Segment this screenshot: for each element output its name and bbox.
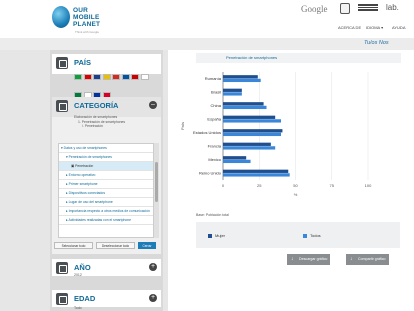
chart-title: Penetración de smartphones xyxy=(196,53,401,63)
brand-line-1: OUR xyxy=(73,7,89,14)
download-chart-button[interactable]: Descargar gráfico xyxy=(287,254,331,265)
legend-swatch xyxy=(303,233,307,238)
category-icon xyxy=(56,100,68,112)
section-pais-title: PAÍS xyxy=(74,58,91,67)
tree-scrollbar-thumb[interactable] xyxy=(155,162,158,202)
section-categoria-header[interactable]: CATEGORÍA – xyxy=(52,97,161,117)
legend-item-series-2: Todos xyxy=(303,233,321,238)
bar-mujer xyxy=(223,129,283,133)
chart-legend xyxy=(196,222,400,248)
section-anio-title: AÑO xyxy=(74,263,91,272)
bar-mujer xyxy=(223,102,264,106)
bar-mujer xyxy=(223,115,276,119)
country-flag-icon[interactable] xyxy=(102,74,111,80)
y-tick-label: Brasil xyxy=(211,90,221,95)
x-tick-label: 0 xyxy=(222,183,225,188)
category-desc-line-3: /. Penetración xyxy=(82,124,103,128)
nav-about-link[interactable]: ACERCA DE xyxy=(338,25,361,30)
calendar-icon xyxy=(56,262,68,274)
select-all-button[interactable]: Seleccionar todo xyxy=(54,242,93,249)
y-axis-label: País xyxy=(180,122,185,130)
map-icon xyxy=(56,57,68,69)
bar-chart: 0 25 50 75 100 Rumanía Brasil China España Estado… xyxy=(180,72,372,196)
bar-mujer xyxy=(223,88,242,92)
bar-todos xyxy=(223,173,290,177)
partner-book-icon[interactable] xyxy=(340,3,350,14)
category-tree[interactable]: ▾ Datos y uso de smartphones ▾ Penetració… xyxy=(58,143,154,238)
country-flag-icon[interactable] xyxy=(112,74,120,80)
bar-todos xyxy=(223,146,276,150)
country-flag-icon[interactable] xyxy=(83,74,92,80)
partner-lab-logo[interactable]: lab. xyxy=(386,3,399,12)
y-tick-label: Reino Unido xyxy=(199,171,222,176)
tree-item[interactable]: ▸ Importancia respecto a otros medios de… xyxy=(59,207,153,216)
brand-line-3: PLANET xyxy=(73,21,101,29)
section-edad-header[interactable]: EDAD + xyxy=(52,290,161,307)
apply-button[interactable]: Cerrar xyxy=(138,242,156,249)
brand-subtitle: Think with Google xyxy=(75,30,100,34)
tree-item[interactable]: ▸ Entorno operativo xyxy=(59,171,153,180)
partner-stripes-icon[interactable] xyxy=(358,4,378,13)
bar-todos xyxy=(223,105,267,110)
tree-item[interactable]: ▸ Primer smartphone xyxy=(59,180,153,189)
tree-item[interactable]: ▣ Penetración xyxy=(59,162,153,171)
legend-item-series-1: Mujer xyxy=(208,233,225,238)
country-flag-icon[interactable] xyxy=(121,74,130,80)
section-anio-header[interactable]: AÑO + xyxy=(52,259,161,276)
people-icon xyxy=(56,293,68,305)
tree-item[interactable]: ▾ Datos y uso de smartphones xyxy=(59,144,153,153)
bar-todos xyxy=(223,159,251,164)
tree-item[interactable]: ▾ Penetración de smartphones xyxy=(59,153,153,162)
brand-line-2: MOBILE xyxy=(73,14,100,22)
partner-google-logo[interactable]: Google xyxy=(301,4,328,14)
tree-item[interactable]: ▸ Lugar de uso del smartphone xyxy=(59,198,153,207)
globe-logo-icon[interactable] xyxy=(52,6,70,28)
tree-item[interactable]: ▸ Actividades realizadas con el smartpho… xyxy=(59,216,153,225)
legend-label: Mujer xyxy=(215,233,226,238)
bar-todos xyxy=(223,78,261,83)
bar-todos xyxy=(223,132,281,137)
y-tick-label: Rumanía xyxy=(205,76,222,81)
nav-help-link[interactable]: AYUDA xyxy=(392,25,405,30)
y-tick-label: China xyxy=(211,103,222,108)
content-strip xyxy=(0,38,414,50)
brand-logo-text[interactable]: OUR MOBILE PLANET xyxy=(73,7,100,29)
y-tick-label: Francia xyxy=(208,144,222,149)
section-edad-title: EDAD xyxy=(74,294,96,303)
country-flag-icon[interactable] xyxy=(131,74,139,80)
country-flag-icon[interactable] xyxy=(93,74,101,80)
x-tick-label: 75 xyxy=(330,183,335,188)
y-tick-label: Estados Unidos xyxy=(193,130,221,135)
y-tick-label: Mexico xyxy=(208,157,221,162)
bar-mujer xyxy=(223,156,247,160)
nav-language-link[interactable]: IDIOMA ▾ xyxy=(366,25,383,30)
x-axis-label: % xyxy=(294,192,298,196)
bar-todos xyxy=(223,119,281,123)
deselect-all-button[interactable]: Deseleccionar todo xyxy=(96,242,135,249)
country-flag-icon[interactable] xyxy=(140,74,149,80)
category-description: Elaboración de smartphones 1. Penetració… xyxy=(74,115,154,129)
x-tick-label: 50 xyxy=(293,183,298,188)
share-chart-button[interactable]: Compartir gráfico xyxy=(346,254,389,265)
legend-label: Todos xyxy=(310,233,321,238)
share-link[interactable]: Tu/os Nos xyxy=(364,40,389,46)
y-tick-label: España xyxy=(207,117,221,122)
bar-mujer xyxy=(223,169,289,173)
anio-value: 2012 xyxy=(74,273,82,277)
bar-todos xyxy=(223,92,242,96)
x-tick-label: 100 xyxy=(365,183,372,188)
legend-swatch xyxy=(208,233,212,238)
bar-mujer xyxy=(223,142,271,146)
expand-icon[interactable]: + xyxy=(149,294,157,302)
bar-mujer xyxy=(223,75,258,79)
x-tick-label: 25 xyxy=(257,183,262,188)
country-flag-icon[interactable] xyxy=(74,74,82,80)
tree-item[interactable]: ▸ Dispositivos conectados xyxy=(59,189,153,198)
edad-value: Todo xyxy=(74,306,82,310)
filter-label: Base: Población total xyxy=(196,213,229,217)
collapse-icon[interactable]: – xyxy=(149,101,157,109)
section-categoria-title: CATEGORÍA xyxy=(74,101,119,110)
expand-icon[interactable]: + xyxy=(149,263,157,271)
top-bar: OUR MOBILE PLANET Think with Google Goog… xyxy=(0,0,414,38)
